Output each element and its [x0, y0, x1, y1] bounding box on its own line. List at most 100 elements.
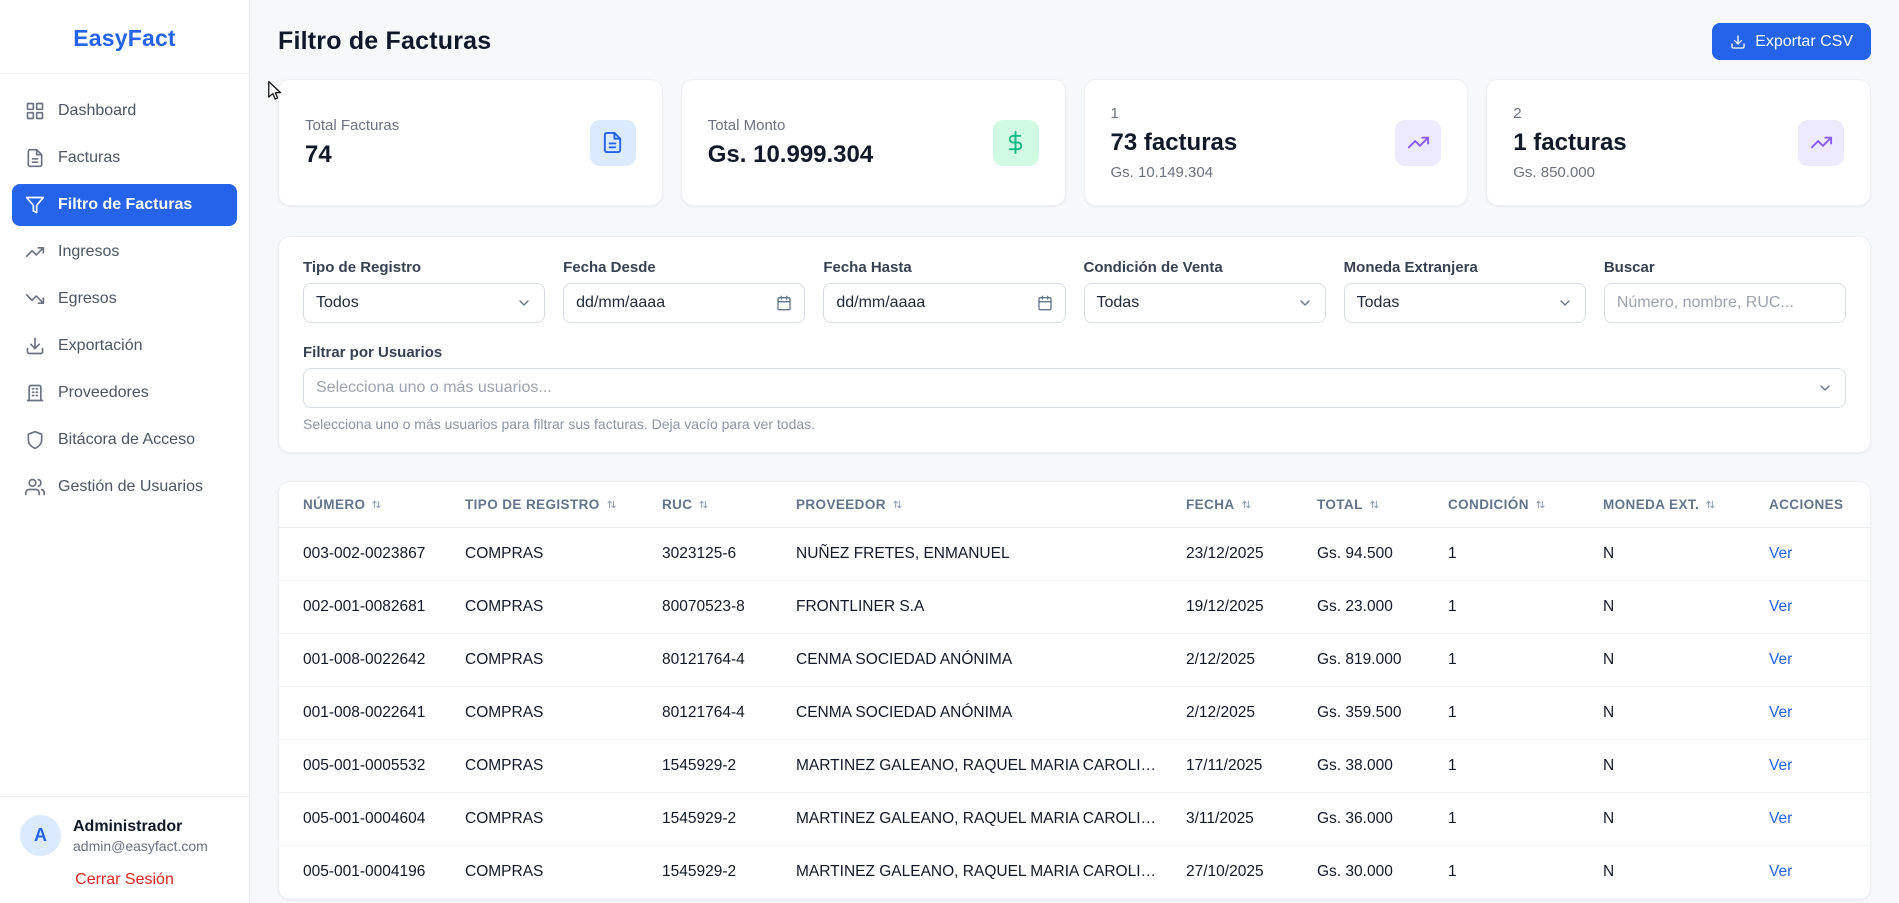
- stat-value: Gs. 10.999.304: [708, 141, 873, 169]
- trend-up-icon: [25, 242, 45, 262]
- ver-link[interactable]: Ver: [1769, 810, 1792, 827]
- stat-subvalue: Gs. 850.000: [1513, 164, 1626, 181]
- column-header-acciones[interactable]: ACCIONES: [1757, 482, 1871, 528]
- sidebar-item-ingresos[interactable]: Ingresos: [12, 231, 237, 273]
- sidebar-item-dashboard[interactable]: Dashboard: [12, 90, 237, 132]
- export-csv-button[interactable]: Exportar CSV: [1712, 23, 1871, 60]
- cell-total: Gs. 94.500: [1305, 528, 1436, 581]
- ver-link[interactable]: Ver: [1769, 545, 1792, 562]
- cell-tipo-registro: COMPRAS: [453, 634, 650, 687]
- sidebar-item-egresos[interactable]: Egresos: [12, 278, 237, 320]
- column-header-condicion[interactable]: CONDICIÓN: [1436, 482, 1591, 528]
- sidebar-item-label: Gestión de Usuarios: [58, 478, 203, 496]
- sidebar-item-label: Ingresos: [58, 243, 119, 261]
- cell-acciones: Ver: [1757, 528, 1871, 581]
- stats-row: Total Facturas 74 Total Monto Gs. 10.999…: [278, 79, 1871, 206]
- cell-condicion: 1: [1436, 846, 1591, 899]
- sort-icon: [1534, 498, 1547, 511]
- filter-condicion-venta: Condición de Venta Todas: [1084, 259, 1326, 323]
- stat-icon-box: [993, 120, 1039, 166]
- ver-link[interactable]: Ver: [1769, 651, 1792, 668]
- ver-link[interactable]: Ver: [1769, 863, 1792, 880]
- cell-numero: 005-001-0004604: [279, 793, 453, 846]
- sidebar-user-section: A Administrador admin@easyfact.com Cerra…: [0, 796, 249, 903]
- filter-fecha-hasta: Fecha Hasta dd/mm/aaaa: [823, 259, 1065, 323]
- usuarios-label: Filtrar por Usuarios: [303, 344, 1846, 361]
- cell-condicion: 1: [1436, 793, 1591, 846]
- stat-label: Total Monto: [708, 117, 873, 134]
- cell-moneda-ext: N: [1591, 793, 1757, 846]
- filters-panel: Tipo de Registro Todos Fecha Desde dd/mm…: [278, 236, 1871, 453]
- moneda-extranjera-select[interactable]: Todas: [1344, 283, 1586, 323]
- user-email: admin@easyfact.com: [73, 838, 208, 854]
- condicion-venta-label: Condición de Venta: [1084, 259, 1326, 276]
- invoice-icon: [25, 148, 45, 168]
- cell-moneda-ext: N: [1591, 740, 1757, 793]
- invoice-row: 003-002-0023867 COMPRAS 3023125-6 NUÑEZ …: [279, 528, 1871, 581]
- moneda-extranjera-value: Todas: [1357, 294, 1400, 312]
- invoice-row: 002-001-0082681 COMPRAS 80070523-8 FRONT…: [279, 581, 1871, 634]
- cell-tipo-registro: COMPRAS: [453, 581, 650, 634]
- sort-icon: [370, 498, 383, 511]
- cell-condicion: 1: [1436, 528, 1591, 581]
- condicion-venta-value: Todas: [1097, 294, 1140, 312]
- column-header-ruc[interactable]: RUC: [650, 482, 784, 528]
- logout-link[interactable]: Cerrar Sesión: [20, 871, 229, 889]
- sort-icon: [891, 498, 904, 511]
- ver-link[interactable]: Ver: [1769, 757, 1792, 774]
- filter-usuarios: Filtrar por Usuarios Selecciona uno o má…: [303, 344, 1846, 432]
- cell-tipo-registro: COMPRAS: [453, 740, 650, 793]
- cell-condicion: 1: [1436, 581, 1591, 634]
- column-header-tipo-de-registro[interactable]: TIPO DE REGISTRO: [453, 482, 650, 528]
- invoice-row: 005-001-0004196 COMPRAS 1545929-2 MARTIN…: [279, 846, 1871, 899]
- search-input[interactable]: [1604, 283, 1846, 323]
- invoice-row: 005-001-0005532 COMPRAS 1545929-2 MARTIN…: [279, 740, 1871, 793]
- fecha-hasta-input[interactable]: dd/mm/aaaa: [823, 283, 1065, 323]
- tipo-registro-select[interactable]: Todos: [303, 283, 545, 323]
- cell-acciones: Ver: [1757, 687, 1871, 740]
- cell-numero: 003-002-0023867: [279, 528, 453, 581]
- users-icon: [25, 477, 45, 497]
- sort-icon: [1240, 498, 1253, 511]
- cell-ruc: 1545929-2: [650, 846, 784, 899]
- sidebar-item-exportacion[interactable]: Exportación: [12, 325, 237, 367]
- sidebar-item-gestion-de-usuarios[interactable]: Gestión de Usuarios: [12, 466, 237, 508]
- sidebar-item-proveedores[interactable]: Proveedores: [12, 372, 237, 414]
- column-header-proveedor[interactable]: PROVEEDOR: [784, 482, 1174, 528]
- column-header-moneda-ext[interactable]: MONEDA EXT.: [1591, 482, 1757, 528]
- cell-fecha: 19/12/2025: [1174, 581, 1305, 634]
- cell-tipo-registro: COMPRAS: [453, 846, 650, 899]
- cell-total: Gs. 30.000: [1305, 846, 1436, 899]
- column-header-fecha[interactable]: FECHA: [1174, 482, 1305, 528]
- sidebar-item-filtro-de-facturas[interactable]: Filtro de Facturas: [12, 184, 237, 226]
- condicion-venta-select[interactable]: Todas: [1084, 283, 1326, 323]
- page-title: Filtro de Facturas: [278, 27, 491, 56]
- cell-proveedor: CENMA SOCIEDAD ANÓNIMA: [784, 634, 1174, 687]
- usuarios-placeholder: Selecciona uno o más usuarios...: [316, 379, 552, 397]
- ver-link[interactable]: Ver: [1769, 598, 1792, 615]
- cell-proveedor: MARTINEZ GALEANO, RAQUEL MARIA CAROLINE: [784, 793, 1174, 846]
- download-icon: [1730, 34, 1746, 50]
- cell-fecha: 2/12/2025: [1174, 634, 1305, 687]
- ver-link[interactable]: Ver: [1769, 704, 1792, 721]
- sort-icon: [697, 498, 710, 511]
- moneda-extranjera-label: Moneda Extranjera: [1344, 259, 1586, 276]
- filter-tipo-registro: Tipo de Registro Todos: [303, 259, 545, 323]
- invoice-row: 001-008-0022642 COMPRAS 80121764-4 CENMA…: [279, 634, 1871, 687]
- column-header-numero[interactable]: NÚMERO: [279, 482, 453, 528]
- cell-moneda-ext: N: [1591, 581, 1757, 634]
- sidebar-item-facturas[interactable]: Facturas: [12, 137, 237, 179]
- cell-fecha: 3/11/2025: [1174, 793, 1305, 846]
- cell-tipo-registro: COMPRAS: [453, 687, 650, 740]
- usuarios-multiselect[interactable]: Selecciona uno o más usuarios...: [303, 368, 1846, 408]
- column-header-total[interactable]: TOTAL: [1305, 482, 1436, 528]
- sort-icon: [1704, 498, 1717, 511]
- sidebar-item-bitacora-de-acceso[interactable]: Bitácora de Acceso: [12, 419, 237, 461]
- trend-up-icon: [1810, 131, 1833, 154]
- chevron-down-icon: [516, 295, 532, 311]
- trend-up-icon: [1407, 131, 1430, 154]
- suppliers-icon: [25, 383, 45, 403]
- filter-fecha-desde: Fecha Desde dd/mm/aaaa: [563, 259, 805, 323]
- fecha-desde-value: dd/mm/aaaa: [576, 294, 665, 312]
- fecha-desde-input[interactable]: dd/mm/aaaa: [563, 283, 805, 323]
